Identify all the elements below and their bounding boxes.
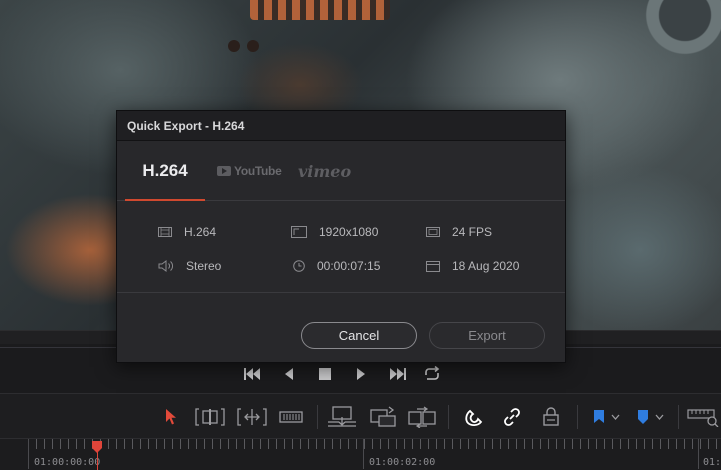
audio-info: Stereo (158, 259, 221, 273)
dynamic-trim-icon (237, 408, 267, 426)
replace-clip-button[interactable] (406, 403, 438, 431)
dynamic-trim-button[interactable] (236, 403, 268, 431)
zoom-timeline-button[interactable] (686, 403, 720, 431)
tab-h264[interactable]: H.264 (125, 141, 205, 201)
calendar-icon (426, 261, 440, 272)
film-frame-icon (426, 227, 440, 237)
fps-info: 24 FPS (426, 225, 492, 239)
chevron-down-icon (655, 414, 663, 420)
tab-youtube[interactable]: YouTube (217, 141, 282, 201)
play-reverse-icon (285, 368, 293, 380)
jump-to-end-button[interactable] (385, 362, 409, 386)
codec-value: H.264 (184, 225, 217, 239)
blade-tool-button[interactable] (278, 403, 304, 431)
duration-info: 00:00:07:15 (293, 259, 380, 273)
resolution-icon (291, 226, 307, 238)
dialog-buttons: Cancel Export (117, 293, 565, 363)
marker-icon (637, 410, 648, 424)
selection-tool-button[interactable] (160, 403, 182, 431)
replace-clip-icon (408, 406, 436, 428)
gear-hole (228, 40, 240, 52)
cancel-button[interactable]: Cancel (301, 322, 417, 349)
skip-back-icon (244, 368, 260, 380)
toolbar-divider (317, 405, 318, 429)
ruler-ticks (28, 439, 721, 449)
ruler-timecode: 01:00:02:00 (369, 457, 436, 468)
link-icon (504, 408, 520, 426)
gear-hole (247, 40, 259, 52)
clock-icon (293, 260, 305, 272)
trim-icon (195, 408, 225, 426)
date-info: 18 Aug 2020 (426, 259, 519, 273)
resolution-value: 1920x1080 (319, 225, 379, 239)
lock-icon (543, 407, 559, 426)
tab-vimeo[interactable]: vimeo (298, 141, 351, 201)
duration-value: 00:00:07:15 (317, 259, 381, 273)
ruler-major-tick (363, 439, 364, 469)
tab-youtube-label: YouTube (234, 164, 282, 178)
overwrite-clip-icon (370, 406, 396, 427)
youtube-play-icon (217, 166, 231, 176)
speaker-icon (158, 260, 173, 272)
resolution-info: 1920x1080 (291, 225, 378, 239)
insert-clip-button[interactable] (326, 403, 358, 431)
toolbar-divider (678, 405, 679, 429)
audio-value: Stereo (186, 259, 222, 273)
toolbar-divider (577, 405, 578, 429)
date-value: 18 Aug 2020 (452, 259, 520, 273)
trim-tool-button[interactable] (194, 403, 226, 431)
linked-selection-button[interactable] (500, 403, 524, 431)
loop-button[interactable] (420, 362, 444, 386)
export-button[interactable]: Export (429, 322, 545, 349)
stop-icon (319, 368, 331, 380)
loop-icon (425, 366, 440, 380)
playhead-icon (92, 441, 102, 453)
snapping-button[interactable] (462, 403, 486, 431)
gear-wheel (640, 0, 721, 60)
stop-button[interactable] (313, 362, 337, 386)
play-button[interactable] (349, 362, 373, 386)
chevron-down-icon (611, 414, 619, 420)
ruler-zoom-icon (687, 409, 719, 427)
export-summary: H.264 1920x1080 24 FPS Stereo 00:00:07:1… (117, 201, 565, 293)
magnet-icon (465, 409, 483, 427)
insert-clip-icon (328, 406, 356, 427)
quick-export-dialog: Quick Export - H.264 H.264 YouTube vimeo… (116, 110, 566, 363)
toolbar-divider (448, 405, 449, 429)
flag-icon (593, 410, 604, 423)
skip-forward-icon (390, 368, 406, 380)
ruler-timecode: 01:0 (703, 457, 721, 468)
razor-blade-icon (279, 411, 303, 423)
dialog-title: Quick Export - H.264 (117, 111, 565, 141)
export-format-tabs: H.264 YouTube vimeo (117, 141, 565, 201)
overwrite-clip-button[interactable] (368, 403, 398, 431)
ruler-major-tick (28, 439, 29, 469)
marker-button[interactable] (632, 403, 668, 431)
reverse-button[interactable] (277, 362, 301, 386)
position-lock-button[interactable] (539, 403, 563, 431)
play-icon (357, 368, 365, 380)
gear-image-detail (250, 0, 390, 20)
filmstrip-icon (158, 227, 172, 237)
playhead-handle[interactable] (91, 440, 103, 454)
ruler-major-tick (698, 439, 699, 469)
edit-toolbar (0, 393, 721, 439)
codec-info: H.264 (158, 225, 216, 239)
transport-controls (0, 362, 721, 386)
arrow-pointer-icon (166, 409, 176, 425)
playhead-line (97, 452, 98, 470)
jump-to-start-button[interactable] (241, 362, 265, 386)
ruler-timecode: 01:00:00:00 (34, 457, 101, 468)
timeline-ruler[interactable]: 01:00:00:00 01:00:02:00 01:0 (0, 439, 721, 470)
flag-button[interactable] (588, 403, 624, 431)
fps-value: 24 FPS (452, 225, 493, 239)
